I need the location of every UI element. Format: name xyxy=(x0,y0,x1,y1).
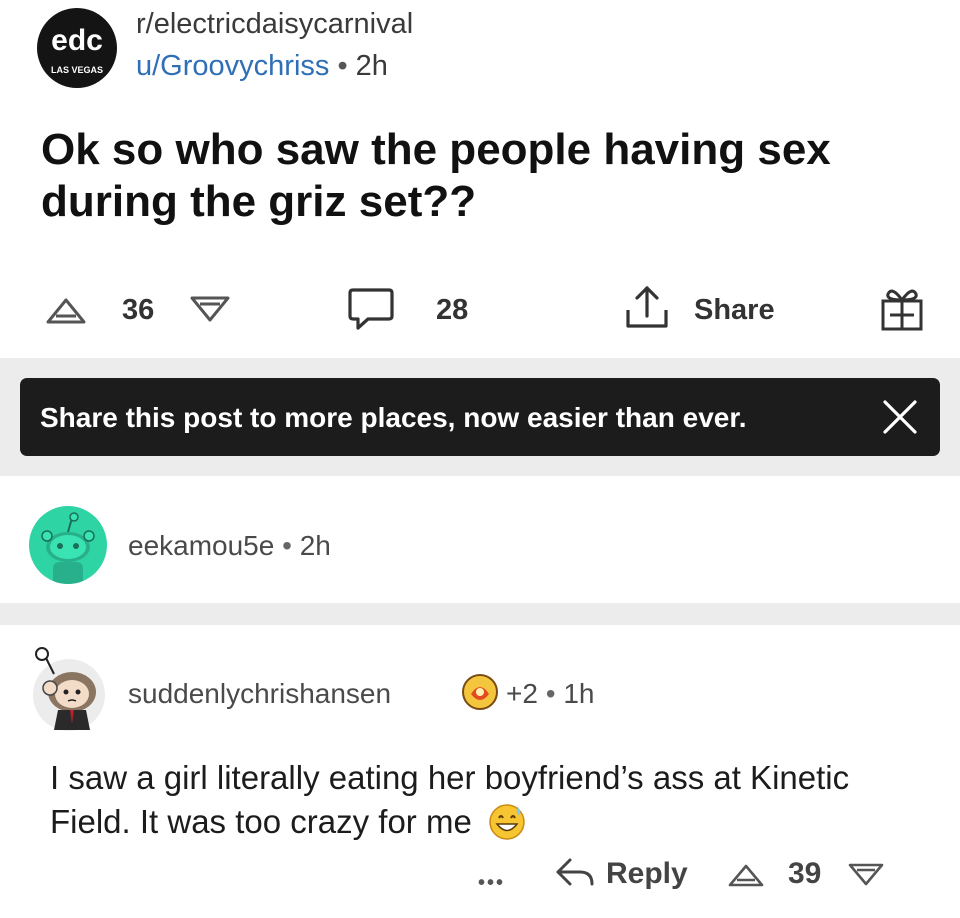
toast-close-button[interactable] xyxy=(882,399,918,435)
award-badge xyxy=(460,672,500,712)
comment-time: 1h xyxy=(563,678,595,709)
flair-count: +2 xyxy=(506,678,538,709)
logo-subtext: LAS VEGAS xyxy=(51,65,103,75)
logo-text: edc xyxy=(51,24,103,57)
toast-message: Share this post to more places, now easi… xyxy=(40,402,747,433)
share-label[interactable]: Share xyxy=(694,294,775,327)
comment-count: 28 xyxy=(436,294,469,326)
share-toast: Share this post to more places, now easi… xyxy=(20,378,940,456)
emoji-icon xyxy=(489,804,525,840)
gift-icon xyxy=(881,289,923,331)
reply-button[interactable]: Reply xyxy=(606,857,688,891)
comment-time: 2h xyxy=(299,530,331,561)
comment-username[interactable]: eekamou5e xyxy=(128,530,274,561)
upvote-icon xyxy=(728,864,764,887)
share-button-icon-wrap[interactable] xyxy=(622,282,672,334)
avatar[interactable] xyxy=(29,506,107,584)
meta-separator: • xyxy=(545,678,556,709)
downvote-icon xyxy=(190,296,230,322)
comment-body: I saw a girl literally eating her boyfri… xyxy=(50,756,910,844)
author-link[interactable]: u/Groovychriss xyxy=(136,50,329,82)
edc-logo: edc LAS VEGAS xyxy=(51,24,103,75)
share-icon xyxy=(626,286,668,328)
award-icon xyxy=(462,674,498,710)
subreddit-avatar[interactable]: edc LAS VEGAS xyxy=(37,8,117,88)
more-options-icon[interactable]: ••• xyxy=(478,872,505,895)
avatar[interactable] xyxy=(28,640,108,732)
subreddit-name[interactable]: r/electricdaisycarnival xyxy=(136,8,413,41)
post-score: 36 xyxy=(122,294,155,326)
comment-score: 39 xyxy=(788,857,822,890)
award-button[interactable] xyxy=(876,282,928,334)
snoo-avatar-icon xyxy=(41,512,95,584)
comment-meta: +2 • 1h xyxy=(506,678,594,710)
comments-button[interactable] xyxy=(346,284,396,334)
meta-separator: • xyxy=(282,530,292,561)
downvote-button[interactable] xyxy=(188,292,232,328)
emoji xyxy=(487,801,527,841)
upvote-button[interactable] xyxy=(44,292,88,328)
post-time: 2h xyxy=(355,50,388,82)
snoo-avatar-icon xyxy=(33,647,105,731)
comment-downvote-button[interactable] xyxy=(846,860,886,890)
comment-bubble-icon xyxy=(348,288,394,330)
post-meta: u/Groovychriss • 2h xyxy=(136,50,388,83)
comment-upvote-button[interactable] xyxy=(726,860,766,890)
comment-text: I saw a girl literally eating her boyfri… xyxy=(50,759,850,840)
reply-button-icon-wrap[interactable] xyxy=(554,852,596,892)
comment-username[interactable]: suddenlychrishansen xyxy=(128,678,391,710)
downvote-icon xyxy=(848,863,884,886)
comment-meta: eekamou5e • 2h xyxy=(128,530,331,562)
reply-arrow-icon xyxy=(556,858,594,886)
comment-divider xyxy=(0,603,960,625)
close-icon xyxy=(883,400,917,434)
post-title[interactable]: Ok so who saw the people having sex duri… xyxy=(41,124,901,228)
meta-separator: • xyxy=(337,50,348,82)
upvote-icon xyxy=(46,298,86,324)
